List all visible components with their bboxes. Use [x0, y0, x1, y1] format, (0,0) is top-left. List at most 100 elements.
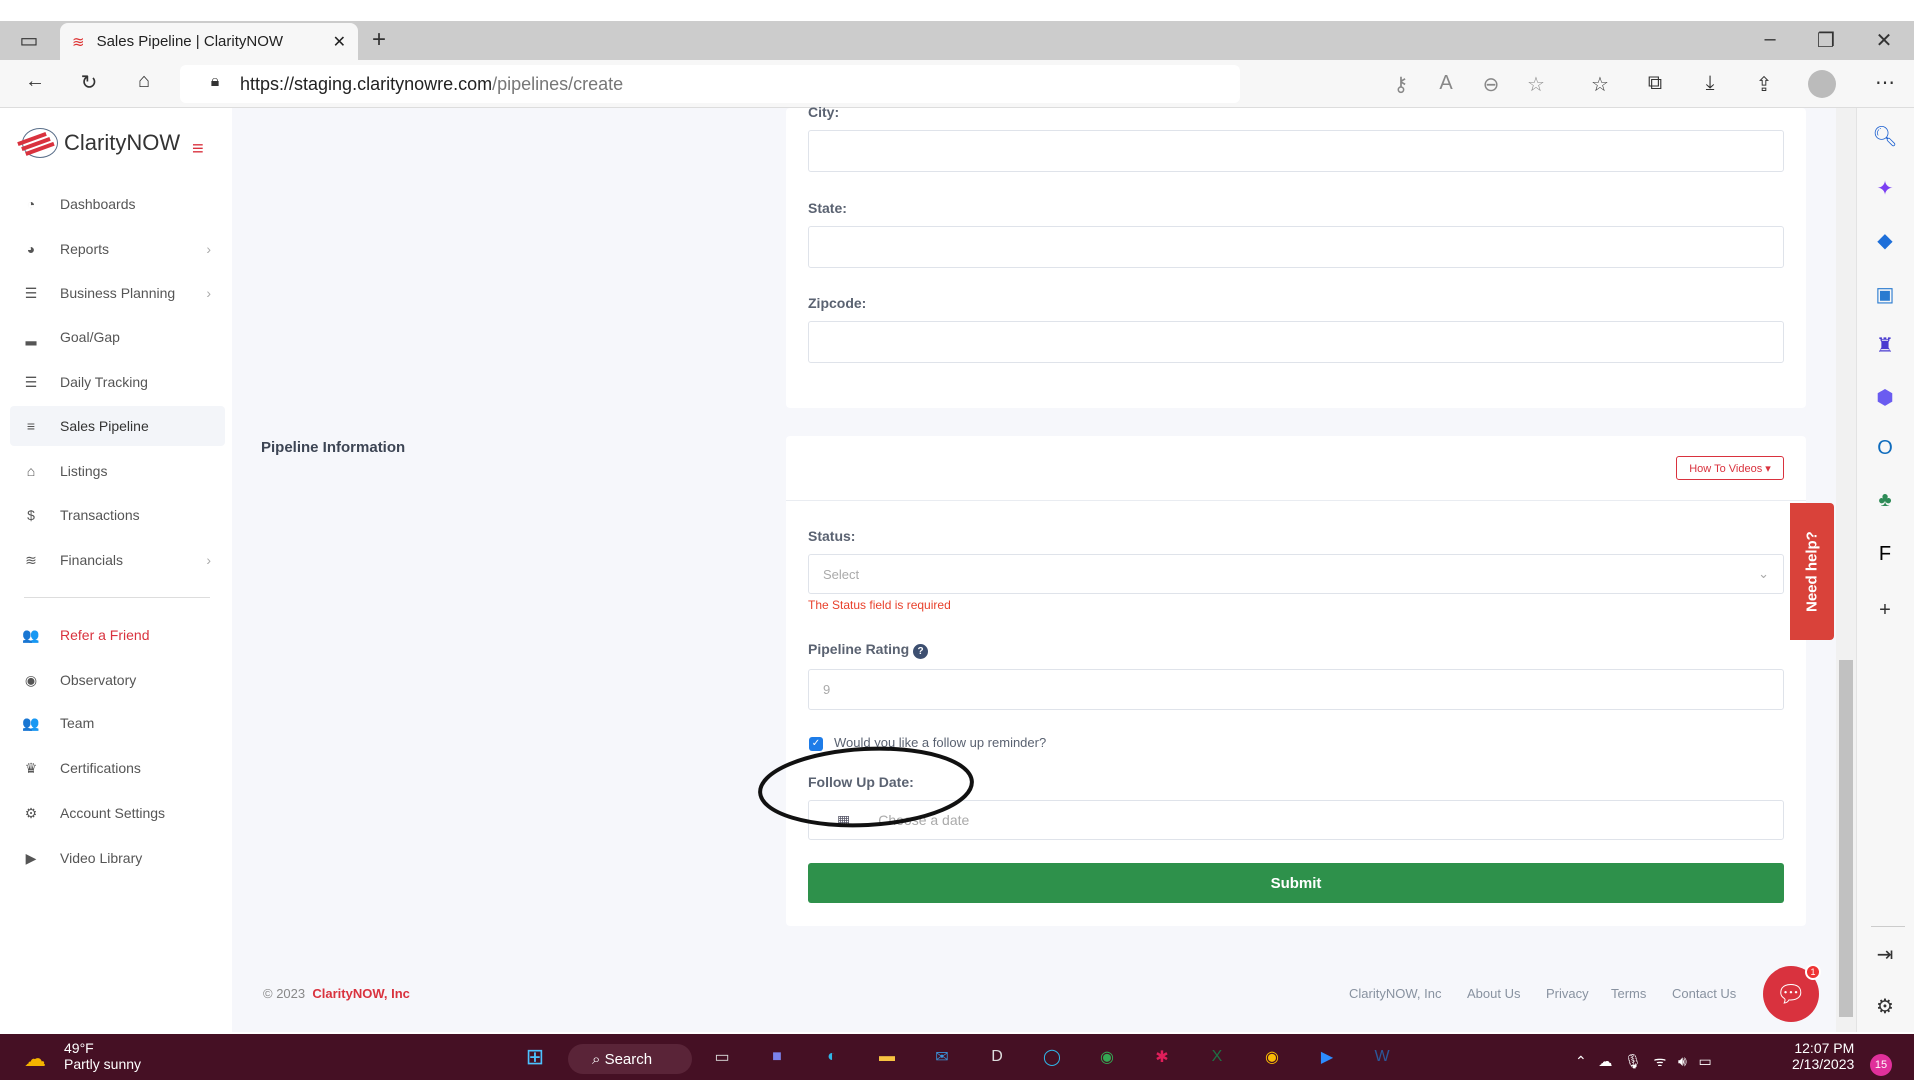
teams-icon[interactable]: ■: [762, 1042, 792, 1072]
tools-icon[interactable]: ▣: [1870, 282, 1900, 307]
submit-button[interactable]: Submit: [808, 863, 1784, 903]
gauge-icon: ◔: [26, 196, 36, 212]
more-menu-icon[interactable]: ⋯: [1870, 70, 1900, 95]
share-icon[interactable]: ⇪: [1749, 72, 1779, 97]
taskbar-search[interactable]: ⌕ Search: [568, 1044, 692, 1074]
dollar-icon: $: [27, 507, 35, 523]
restore-icon[interactable]: ❐: [1811, 28, 1841, 53]
add-favorite-icon[interactable]: ☆: [1521, 72, 1551, 97]
home-icon[interactable]: ⌂: [129, 70, 159, 93]
status-select[interactable]: Select ⌄: [808, 554, 1784, 594]
footer-link[interactable]: Terms: [1611, 986, 1646, 1001]
search-icon: ⌕: [592, 1050, 605, 1068]
weather-icon[interactable]: ☁: [24, 1046, 46, 1072]
sidebar-item-label: Reports: [60, 241, 110, 257]
sidebar-item-observatory[interactable]: ◉ Observatory: [10, 660, 225, 700]
rating-input[interactable]: 9: [808, 669, 1784, 710]
add-icon[interactable]: +: [1870, 599, 1900, 622]
sidebar-item-goal-gap[interactable]: ▂ Goal/Gap: [10, 317, 225, 357]
chat-button[interactable]: 💬︎ 1: [1763, 964, 1821, 1022]
sidebar-item-team[interactable]: 👥 Team: [10, 703, 225, 743]
favorites-icon[interactable]: ☆: [1585, 72, 1615, 97]
dell-icon[interactable]: D: [982, 1042, 1012, 1072]
slack-icon[interactable]: ✱: [1147, 1042, 1177, 1072]
zipcode-input[interactable]: [808, 321, 1784, 363]
settings-icon[interactable]: ⚙: [1870, 994, 1900, 1019]
hide-sidebar-icon[interactable]: ⇥: [1870, 942, 1900, 967]
word-icon[interactable]: W: [1367, 1042, 1397, 1072]
sidebar-item-video-library[interactable]: ▶ Video Library: [10, 838, 225, 878]
help-icon[interactable]: ?: [913, 644, 929, 659]
tree-icon[interactable]: ♣: [1870, 489, 1900, 512]
footer-link[interactable]: Privacy: [1546, 986, 1589, 1001]
footer-link[interactable]: ClarityNOW, Inc: [1349, 986, 1441, 1001]
tab-actions-icon[interactable]: ▭: [14, 28, 44, 53]
mail-icon[interactable]: ✉: [927, 1042, 957, 1072]
downloads-icon[interactable]: ⤓: [1695, 72, 1725, 95]
collections-icon[interactable]: ⧉: [1640, 72, 1670, 95]
sidebar-item-account-settings[interactable]: ⚙ Account Settings: [10, 793, 225, 833]
state-input[interactable]: [808, 226, 1784, 268]
back-icon[interactable]: ←: [20, 70, 50, 93]
sidebar-item-business-planning[interactable]: ☰ Business Planning ›: [10, 273, 225, 313]
shopping-icon[interactable]: ◆: [1870, 228, 1900, 253]
sidebar-item-refer-a-friend[interactable]: 👥 Refer a Friend: [10, 615, 225, 655]
profile-avatar[interactable]: [1808, 70, 1836, 98]
zipcode-label: Zipcode:: [808, 295, 867, 311]
outlook-icon[interactable]: O: [1870, 437, 1900, 460]
sidebar-item-sales-pipeline[interactable]: ≡ Sales Pipeline: [10, 406, 225, 446]
office-icon[interactable]: ⬢: [1870, 385, 1900, 410]
games-icon[interactable]: ♜: [1870, 333, 1900, 358]
chrome-profile-icon[interactable]: ◉: [1257, 1042, 1287, 1072]
f-app-icon[interactable]: F: [1870, 543, 1900, 566]
sidebar-item-certifications[interactable]: ♛ Certifications: [10, 748, 225, 788]
city-input[interactable]: [808, 130, 1784, 172]
address-bar[interactable]: 🔒︎ https://staging.claritynowre.com/pipe…: [180, 65, 1240, 103]
file-explorer-icon[interactable]: ▬: [872, 1042, 902, 1072]
clock[interactable]: 12:07 PM 2/13/2023: [1792, 1040, 1854, 1072]
new-tab-button[interactable]: +: [364, 26, 394, 54]
search-icon[interactable]: 🔍︎: [1870, 124, 1900, 149]
edge-icon[interactable]: ◐: [817, 1042, 847, 1072]
close-tab-icon[interactable]: ✕: [333, 32, 346, 52]
brand-logo[interactable]: ClarityNOW: [22, 128, 180, 158]
sidebar-item-reports[interactable]: ◕ Reports ›: [10, 229, 225, 269]
list-icon: ☰: [24, 373, 38, 390]
task-view-icon[interactable]: ▭: [707, 1042, 737, 1072]
browser-tab[interactable]: ≋ Sales Pipeline | ClarityNOW ✕: [60, 23, 358, 60]
refresh-icon[interactable]: ↻: [74, 70, 104, 95]
copilot-icon[interactable]: ✦: [1870, 176, 1900, 201]
play-circle-icon: ▶: [25, 849, 37, 866]
footer-link[interactable]: Contact Us: [1672, 986, 1736, 1001]
status-error: The Status field is required: [808, 598, 951, 612]
how-to-videos-dropdown[interactable]: How To Videos ▾: [1676, 456, 1784, 480]
need-help-tab[interactable]: Need help?: [1790, 503, 1834, 640]
zoom-icon[interactable]: ▶: [1312, 1042, 1342, 1072]
favicon-icon: ≋: [72, 33, 85, 51]
hamburger-icon[interactable]: ≡: [192, 138, 210, 161]
excel-icon[interactable]: X: [1202, 1042, 1232, 1072]
cortana-icon[interactable]: ◯: [1037, 1042, 1067, 1072]
zoom-out-icon[interactable]: ⊖: [1476, 72, 1506, 97]
sidebar-item-financials[interactable]: ≋ Financials ›: [10, 540, 225, 580]
footer-company-link[interactable]: ClarityNOW, Inc: [312, 986, 410, 1001]
chrome-icon[interactable]: ◉: [1092, 1042, 1122, 1072]
start-icon[interactable]: ⊞: [520, 1042, 550, 1072]
sidebar-item-daily-tracking[interactable]: ☰ Daily Tracking: [10, 362, 225, 402]
read-aloud-icon[interactable]: A: [1431, 72, 1461, 95]
password-key-icon[interactable]: ⚷: [1386, 72, 1416, 97]
footer-link[interactable]: About Us: [1467, 986, 1520, 1001]
sidebar-item-listings[interactable]: ⌂ Listings: [10, 451, 225, 491]
sidebar-item-transactions[interactable]: $ Transactions: [10, 495, 225, 535]
scrollbar-thumb[interactable]: [1839, 660, 1853, 1017]
team-icon: 👥: [22, 714, 40, 731]
home-icon: ⌂: [26, 463, 36, 479]
lock-icon[interactable]: 🔒︎: [200, 73, 230, 91]
close-window-icon[interactable]: ✕: [1869, 28, 1899, 53]
footer-copyright: © 2023 ClarityNOW, Inc: [263, 986, 410, 1001]
minimize-icon[interactable]: –: [1755, 28, 1785, 51]
tray-icons[interactable]: ⌃ ☁ 🎙︎ ᯤ 🔊︎ ▭: [1575, 1052, 1712, 1071]
weather-widget[interactable]: 49°F Partly sunny: [64, 1040, 141, 1072]
sidebar-item-dashboards[interactable]: ◔ Dashboards: [10, 184, 225, 224]
notification-badge[interactable]: 15: [1870, 1054, 1892, 1076]
